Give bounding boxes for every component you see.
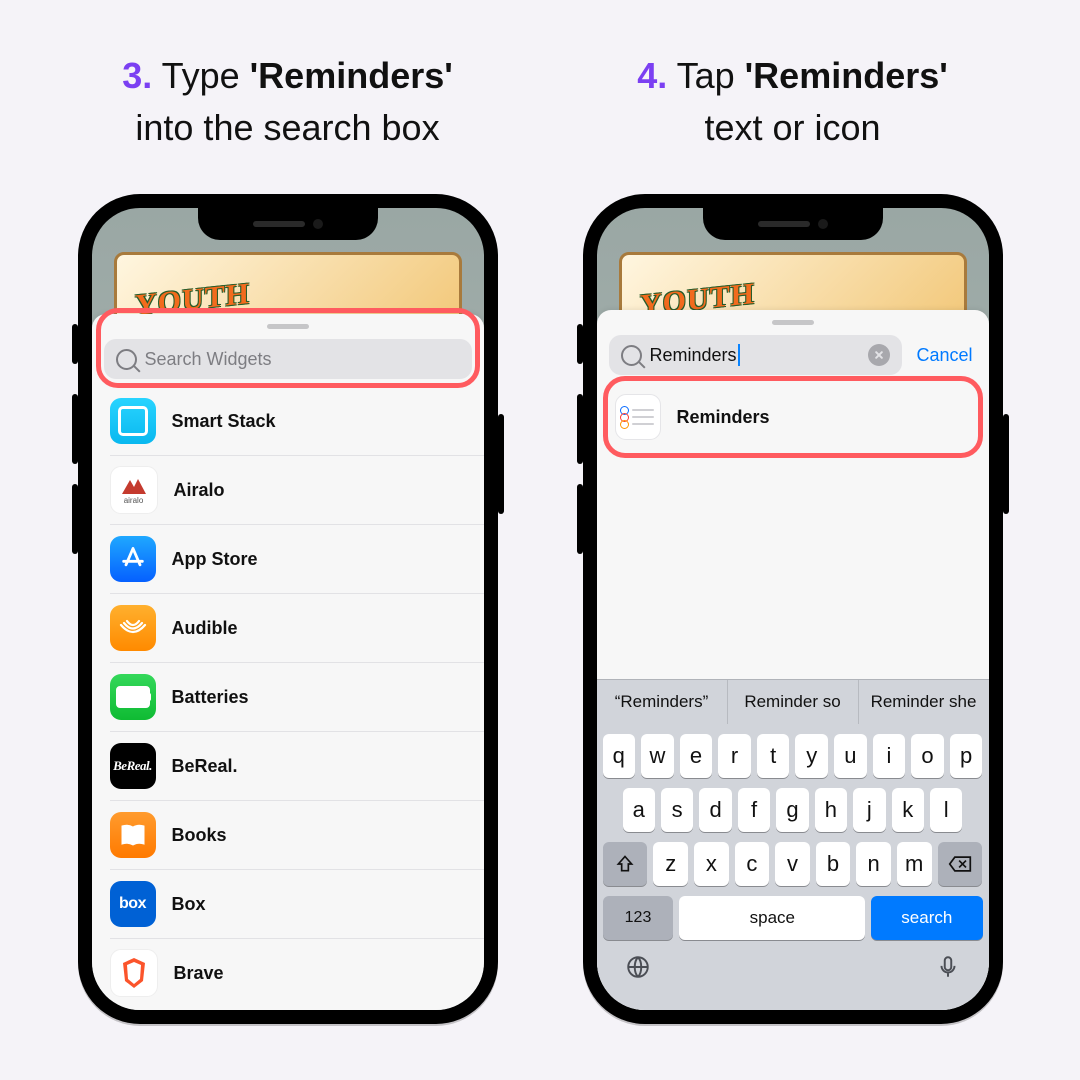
list-item[interactable]: Batteries [110,663,484,732]
list-item[interactable]: box Box [110,870,484,939]
key[interactable]: g [776,788,808,832]
appstore-icon [110,536,156,582]
key-row-2: asdfghjkl [597,788,989,832]
key[interactable]: l [930,788,962,832]
list-item[interactable]: Books [110,801,484,870]
key[interactable]: z [653,842,688,886]
key[interactable]: o [911,734,944,778]
list-item[interactable]: BeReal. BeReal. [110,732,484,801]
search-icon [116,349,137,370]
prediction[interactable]: “Reminders” [597,680,728,724]
search-widgets-input[interactable]: Search Widgets [104,339,472,379]
search-widgets-input[interactable]: Reminders [609,335,903,375]
list-item-label: Audible [172,618,238,639]
list-item-label: Smart Stack [172,411,276,432]
key[interactable]: k [892,788,924,832]
search-results: Reminders [597,383,989,451]
list-item[interactable]: Smart Stack [110,387,484,456]
prediction-bar[interactable]: “Reminders” Reminder so Reminder she [597,680,989,724]
key[interactable]: r [718,734,751,778]
bereal-icon: BeReal. [110,743,156,789]
books-icon [110,812,156,858]
sheet-grabber[interactable] [772,320,814,325]
numbers-key[interactable]: 123 [603,896,674,940]
key[interactable]: y [795,734,828,778]
widget-picker-sheet: Search Widgets Smart Stack airalo Airalo… [92,314,484,1010]
key[interactable]: f [738,788,770,832]
cancel-button[interactable]: Cancel [902,345,976,366]
search-value: Reminders [650,345,737,366]
backspace-key[interactable] [938,842,983,886]
list-item-label: App Store [172,549,258,570]
result-reminders[interactable]: Reminders [615,383,989,451]
audible-icon [110,605,156,651]
search-icon [621,345,642,366]
list-item-label: Brave [174,963,224,984]
airalo-icon: airalo [110,466,158,514]
list-item-label: Batteries [172,687,249,708]
key[interactable]: n [856,842,891,886]
list-item[interactable]: App Store [110,525,484,594]
key[interactable]: u [834,734,867,778]
list-item-label: Airalo [174,480,225,501]
reminders-icon [615,394,661,440]
key[interactable]: h [815,788,847,832]
text-caret [738,344,740,366]
clear-search-button[interactable] [868,344,890,366]
key[interactable]: j [853,788,885,832]
batteries-icon [110,674,156,720]
search-key[interactable]: search [871,896,982,940]
key-row-3: zxcvbnm [597,842,989,886]
space-key[interactable]: space [679,896,865,940]
key[interactable]: b [816,842,851,886]
shift-key[interactable] [603,842,648,886]
key[interactable]: e [680,734,713,778]
key[interactable]: x [694,842,729,886]
key-row-4: 123 space search [597,896,989,940]
prediction[interactable]: Reminder so [728,680,859,724]
key[interactable]: p [950,734,983,778]
list-item[interactable]: airalo Airalo [110,456,484,525]
phone-right: YOUTH Reminders Cancel [583,194,1003,1024]
key[interactable]: c [735,842,770,886]
brave-icon [110,949,158,997]
key[interactable]: q [603,734,636,778]
list-item-label: BeReal. [172,756,238,777]
key[interactable]: d [699,788,731,832]
phone-left: YOUTH Search Widgets Smart Stack [78,194,498,1024]
globe-icon[interactable] [625,954,651,985]
list-item[interactable]: Brave [110,939,484,1007]
list-item-label: Books [172,825,227,846]
key[interactable]: w [641,734,674,778]
on-screen-keyboard[interactable]: “Reminders” Reminder so Reminder she qwe… [597,679,989,1010]
result-label: Reminders [677,407,770,428]
sheet-grabber[interactable] [267,324,309,329]
box-icon: box [110,881,156,927]
key[interactable]: i [873,734,906,778]
list-item-label: Box [172,894,206,915]
prediction[interactable]: Reminder she [859,680,989,724]
search-placeholder: Search Widgets [145,349,272,370]
key[interactable]: a [623,788,655,832]
key[interactable]: v [775,842,810,886]
key-row-1: qwertyuiop [597,734,989,778]
mic-icon[interactable] [935,954,961,985]
list-item[interactable]: Audible [110,594,484,663]
widget-list[interactable]: Smart Stack airalo Airalo App Store Audi… [92,387,484,1007]
key[interactable]: s [661,788,693,832]
key[interactable]: t [757,734,790,778]
key[interactable]: m [897,842,932,886]
smart-stack-icon [110,398,156,444]
widget-picker-sheet: Reminders Cancel Reminders [597,310,989,1010]
step-3-caption: 3. Type 'Reminders' into the search box [122,50,453,154]
step-4-caption: 4. Tap 'Reminders' text or icon [637,50,948,154]
